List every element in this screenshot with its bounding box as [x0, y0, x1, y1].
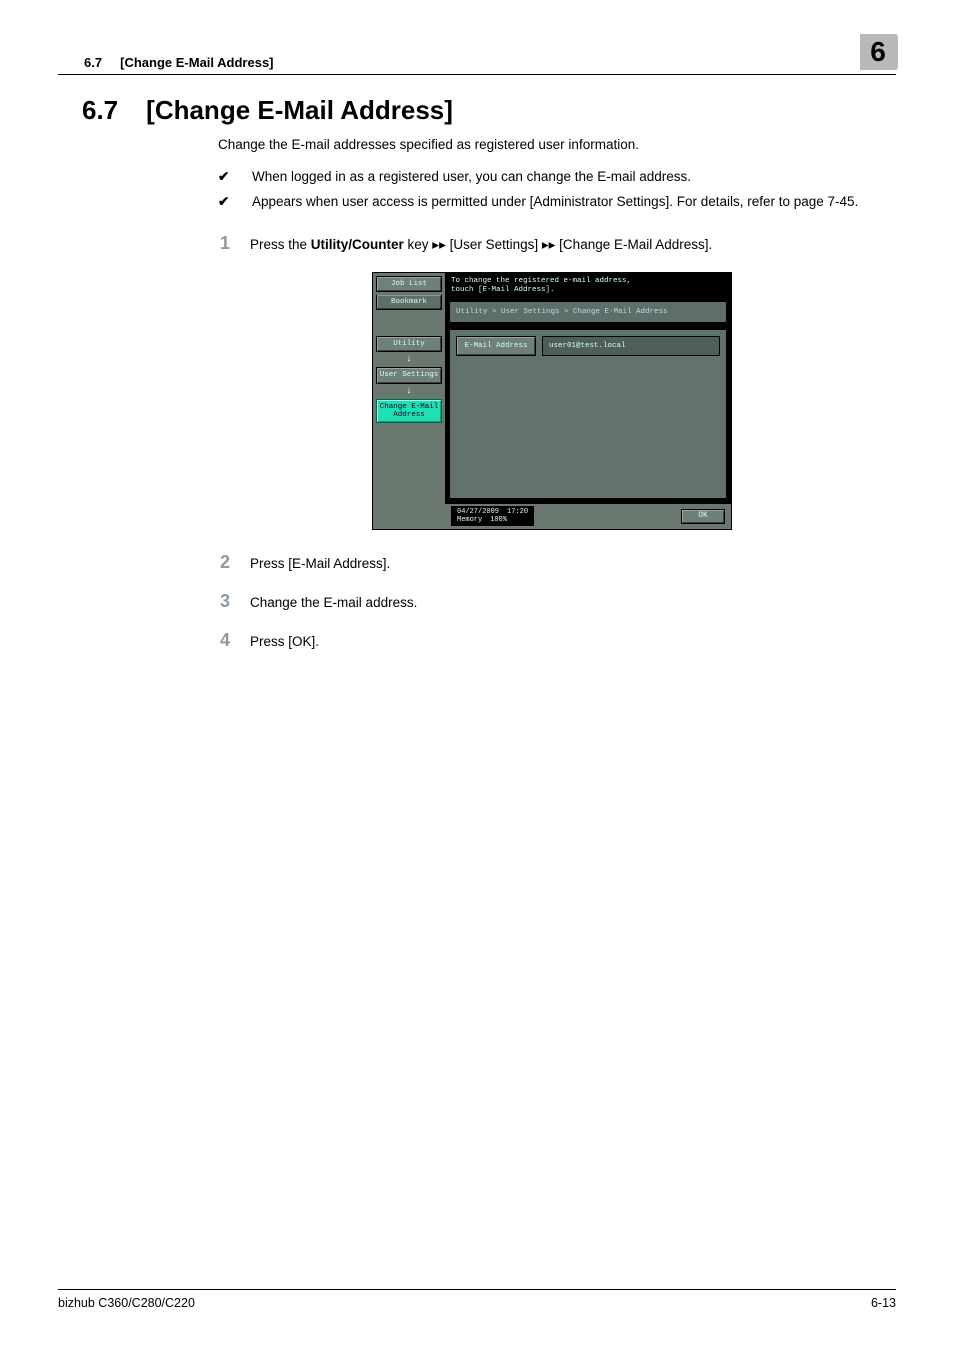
utility-chip[interactable]: Utility — [376, 336, 442, 352]
section-number: 6.7 — [82, 95, 118, 126]
datetime-memory: 04/27/2009 17:20 Memory 100% — [451, 506, 534, 526]
page-footer: bizhub C360/C280/C220 6-13 — [58, 1289, 896, 1310]
memory-label: Memory — [457, 516, 482, 524]
step-text: Change the E-mail address. — [250, 592, 417, 614]
arrow-down-icon: ↓ — [406, 355, 411, 364]
chapter-number: 6 — [870, 36, 886, 68]
device-sidebar: Job List Bookmark Utility ↓ User Setting… — [373, 273, 445, 530]
prereq-text: When logged in as a registered user, you… — [252, 166, 691, 188]
job-list-button[interactable]: Job List — [376, 276, 442, 292]
change-email-chip[interactable]: Change E-Mail Address — [376, 399, 442, 424]
user-settings-chip[interactable]: User Settings — [376, 367, 442, 383]
step1-bold: Utility/Counter — [311, 237, 404, 252]
prereq-item: ✔ When logged in as a registered user, y… — [218, 166, 886, 188]
runhead-section-name: [Change E-Mail Address] — [120, 55, 273, 70]
step-text: Press [OK]. — [250, 631, 319, 653]
device-screenshot: Job List Bookmark Utility ↓ User Setting… — [218, 272, 886, 531]
memory-value: 100% — [490, 516, 507, 524]
email-address-value: user01@test.local — [542, 336, 720, 356]
step-number: 4 — [212, 626, 230, 655]
ok-button[interactable]: OK — [681, 509, 725, 524]
footer-page: 6-13 — [871, 1296, 896, 1310]
steps-list: 1 Press the Utility/Counter key ▸▸ [User… — [218, 229, 886, 655]
device-bottom-bar: 04/27/2009 17:20 Memory 100% OK — [445, 503, 731, 529]
check-icon: ✔ — [218, 191, 236, 213]
running-header: 6.7 [Change E-Mail Address] 6 — [58, 34, 896, 75]
prereq-item: ✔ Appears when user access is permitted … — [218, 191, 886, 213]
time-value: 17:20 — [507, 508, 528, 516]
prereq-list: ✔ When logged in as a registered user, y… — [218, 166, 886, 213]
step-text: Press [E-Mail Address]. — [250, 553, 390, 575]
step-number: 1 — [212, 229, 230, 258]
step-row: 4 Press [OK]. — [218, 626, 886, 655]
step-row: 1 Press the Utility/Counter key ▸▸ [User… — [218, 229, 886, 258]
content-area: E-Mail Address user01@test.local — [449, 329, 727, 499]
intro-text: Change the E-mail addresses specified as… — [218, 134, 886, 156]
arrow-down-icon: ↓ — [406, 387, 411, 396]
breadcrumb: Utility > User Settings > Change E-Mail … — [449, 301, 727, 323]
email-address-button[interactable]: E-Mail Address — [456, 336, 536, 356]
step-number: 2 — [212, 548, 230, 577]
step1-a: Press the — [250, 237, 311, 252]
instruction-bar: To change the registered e-mail address,… — [445, 273, 731, 302]
section-heading: 6.7 [Change E-Mail Address] — [82, 95, 896, 126]
footer-model: bizhub C360/C280/C220 — [58, 1296, 195, 1310]
chapter-badge: 6 — [860, 34, 896, 70]
bookmark-tab[interactable]: Bookmark — [376, 295, 442, 310]
section-title: [Change E-Mail Address] — [146, 95, 453, 126]
prereq-text: Appears when user access is permitted un… — [252, 191, 858, 213]
step-number: 3 — [212, 587, 230, 616]
runhead-section-ref: 6.7 — [84, 55, 102, 70]
runhead-left: 6.7 [Change E-Mail Address] — [58, 55, 274, 70]
step1-b: key ▸▸ [User Settings] ▸▸ [Change E-Mail… — [404, 237, 712, 252]
step-row: 2 Press [E-Mail Address]. — [218, 548, 886, 577]
check-icon: ✔ — [218, 166, 236, 188]
step-row: 3 Change the E-mail address. — [218, 587, 886, 616]
date-value: 04/27/2009 — [457, 508, 499, 516]
step-text: Press the Utility/Counter key ▸▸ [User S… — [250, 234, 712, 256]
device-main: To change the registered e-mail address,… — [445, 273, 731, 530]
